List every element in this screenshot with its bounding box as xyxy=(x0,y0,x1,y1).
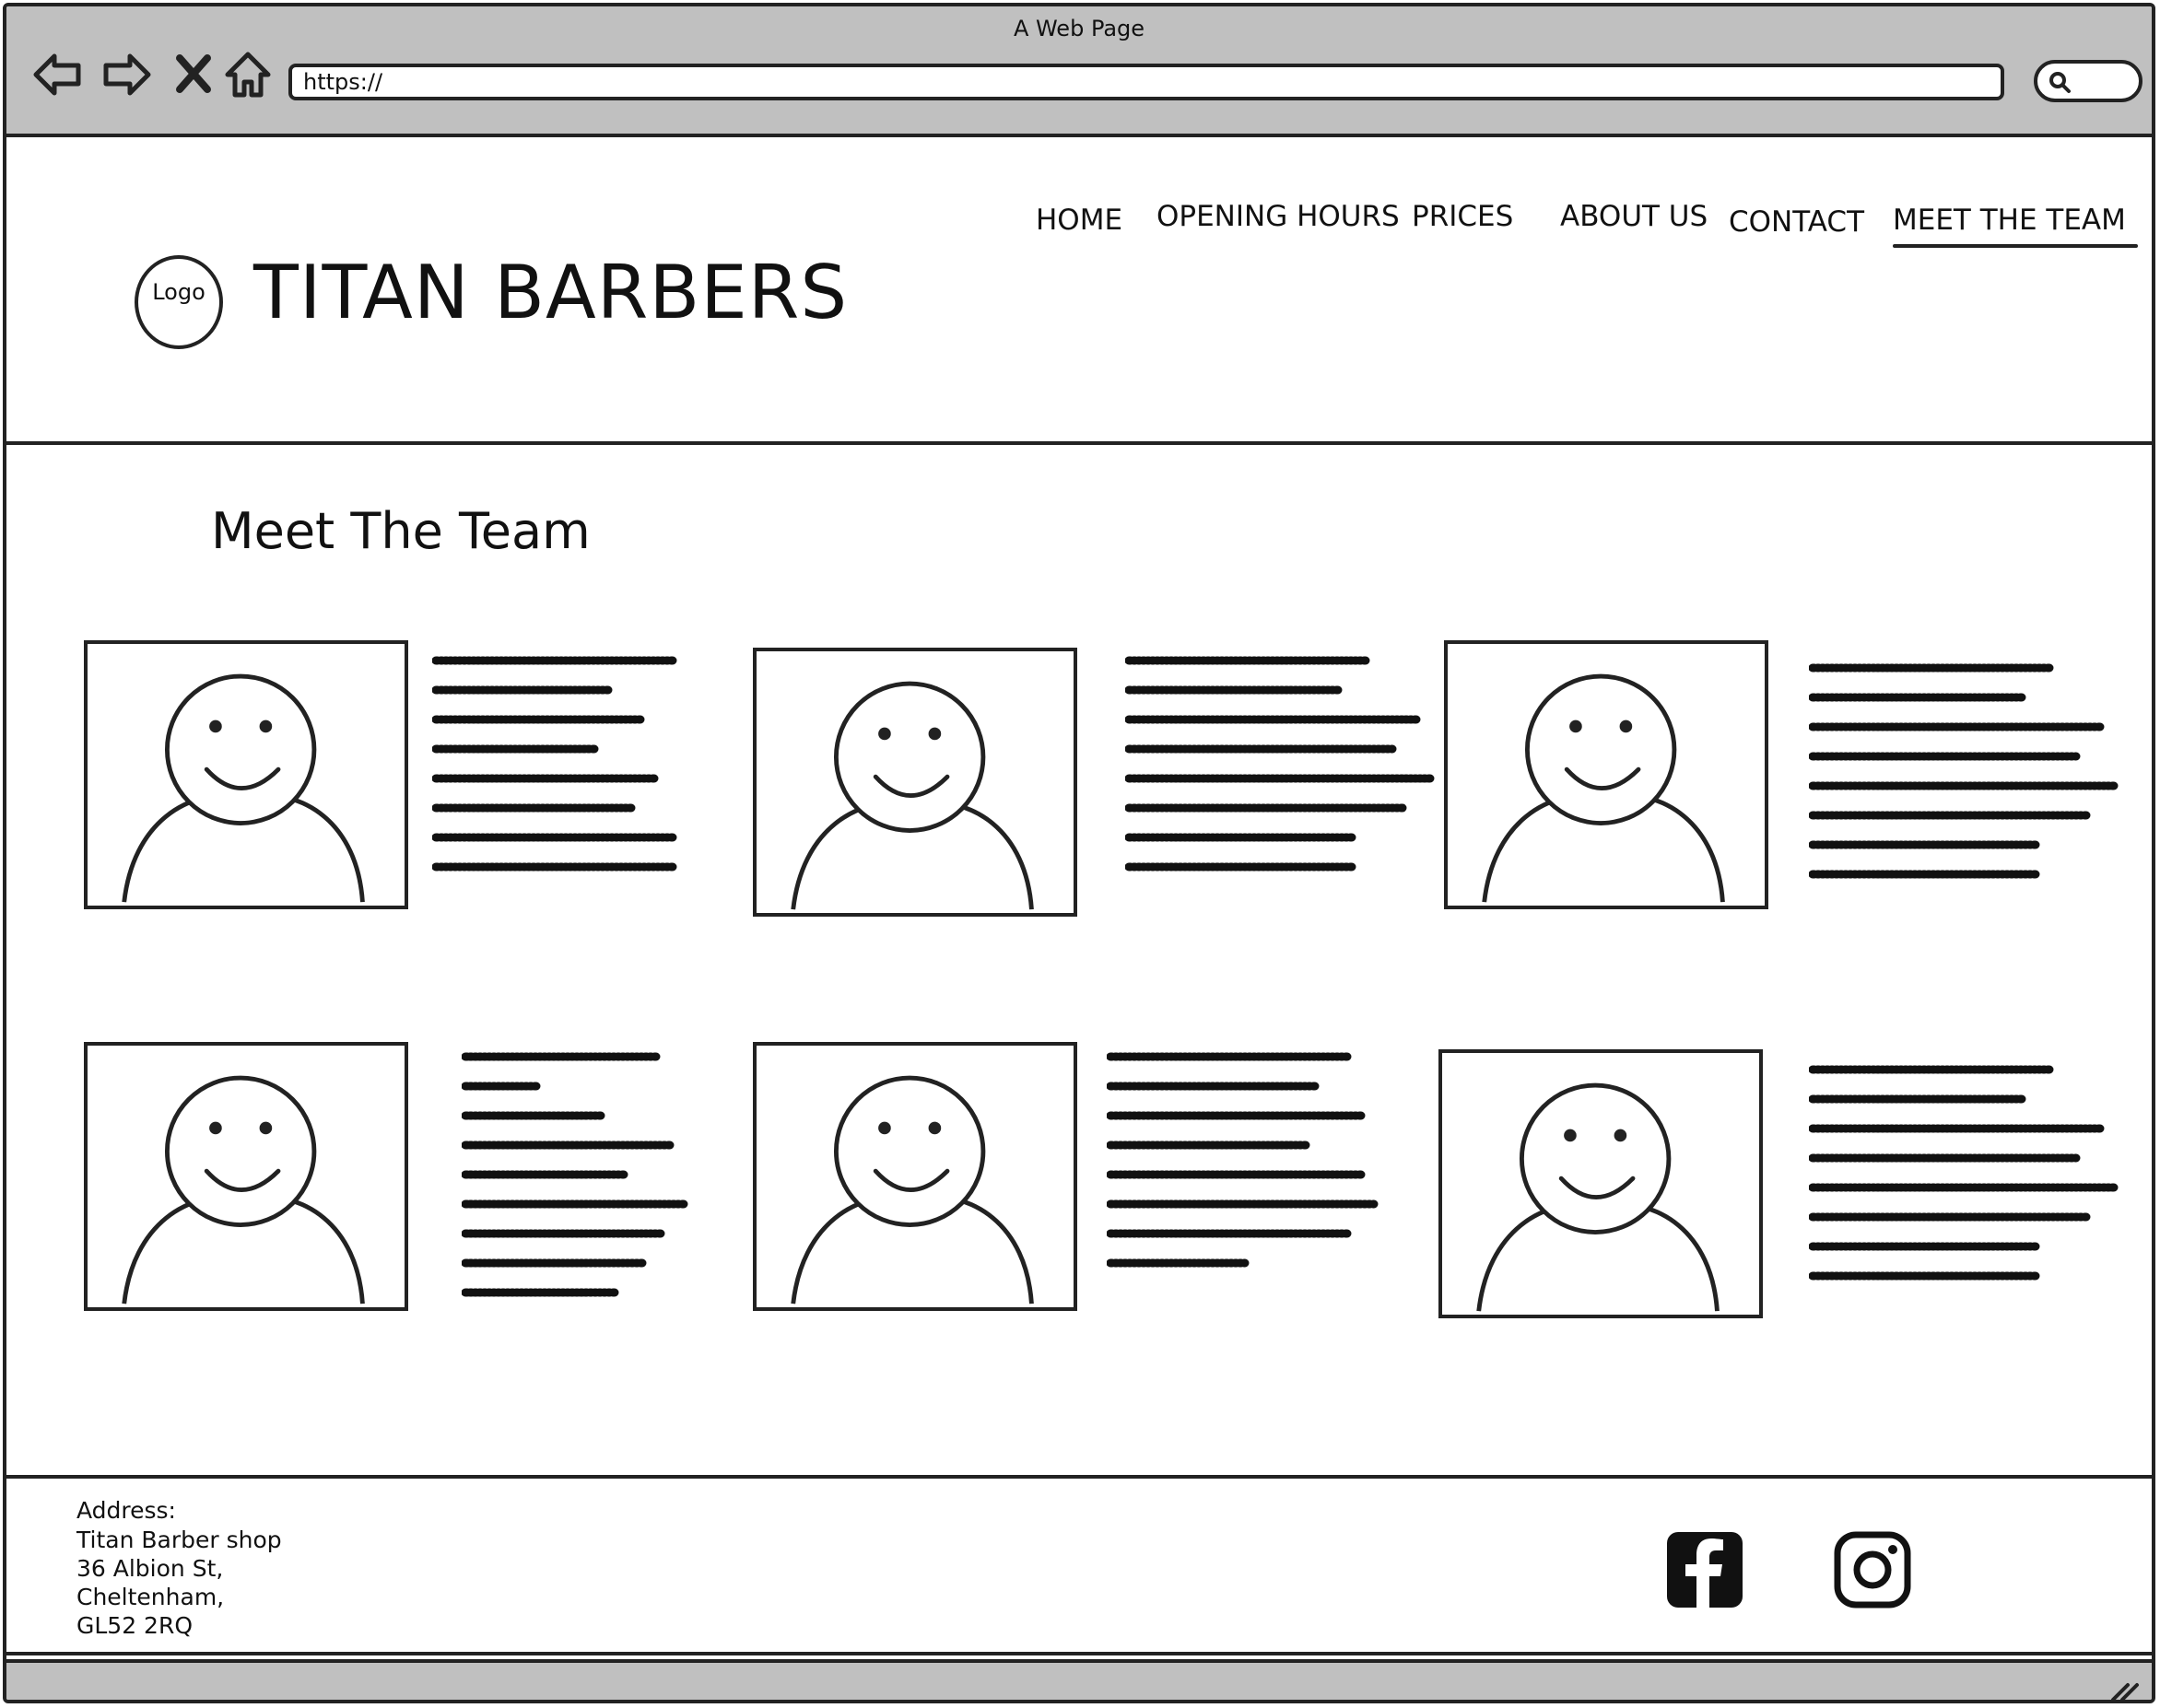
logo-label: Logo xyxy=(152,279,205,305)
team-member-photo xyxy=(1438,1049,1763,1318)
person-placeholder-icon xyxy=(791,681,1034,910)
team-member-bio xyxy=(1809,659,2122,889)
scribble-text-placeholder xyxy=(1125,656,1436,872)
team-member-bio xyxy=(1809,1060,2122,1291)
facebook-icon[interactable] xyxy=(1665,1530,1744,1609)
brand-name: TITAN BARBERS xyxy=(253,250,849,335)
browser-toolbar: A Web Page https:// xyxy=(6,6,2152,137)
address-line: Cheltenham, xyxy=(76,1584,225,1610)
scribble-text-placeholder xyxy=(1107,1052,1379,1268)
logo[interactable]: Logo xyxy=(135,255,223,349)
window-title: A Web Page xyxy=(1013,16,1145,41)
scribble-text-placeholder xyxy=(462,1052,691,1297)
nav-prices[interactable]: PRICES xyxy=(1412,200,1513,233)
address-label: Address: xyxy=(76,1497,176,1524)
address-line: Titan Barber shop xyxy=(76,1527,282,1553)
team-member-photo xyxy=(84,1042,408,1311)
home-icon[interactable] xyxy=(220,47,276,102)
page-title: Meet The Team xyxy=(211,502,591,560)
team-member-bio xyxy=(1125,651,1438,882)
person-placeholder-icon xyxy=(791,1075,1034,1304)
forward-arrow-icon[interactable] xyxy=(99,47,154,102)
person-placeholder-icon xyxy=(122,1075,365,1304)
team-member-bio xyxy=(1107,1047,1383,1278)
scribble-text-placeholder xyxy=(432,656,678,872)
url-input[interactable]: https:// xyxy=(288,64,2004,100)
search-input[interactable] xyxy=(2034,60,2142,102)
team-member-photo xyxy=(753,1042,1077,1311)
resize-handle-icon[interactable] xyxy=(2109,1676,2141,1703)
browser-status-bar xyxy=(6,1659,2152,1703)
active-nav-underline xyxy=(1893,244,2138,248)
team-member-photo xyxy=(84,640,408,909)
instagram-icon[interactable] xyxy=(1833,1530,1912,1609)
nav-about-us[interactable]: ABOUT US xyxy=(1560,200,1708,233)
scribble-text-placeholder xyxy=(1809,663,2119,879)
team-member-photo xyxy=(753,648,1077,917)
nav-contact[interactable]: CONTACT xyxy=(1729,205,1864,239)
address-line: 36 Albion St, xyxy=(76,1555,224,1582)
search-icon xyxy=(2049,72,2071,93)
person-placeholder-icon xyxy=(1482,673,1725,903)
address-line: GL52 2RQ xyxy=(76,1612,194,1639)
team-member-bio xyxy=(462,1047,701,1305)
team-member-photo xyxy=(1444,640,1768,909)
team-member-bio xyxy=(432,651,681,882)
back-arrow-icon[interactable] xyxy=(30,47,86,102)
close-x-icon[interactable] xyxy=(169,47,224,102)
person-placeholder-icon xyxy=(122,673,365,903)
person-placeholder-icon xyxy=(1476,1082,1720,1312)
nav-home[interactable]: HOME xyxy=(1036,204,1122,237)
site-header: Logo TITAN BARBERS HOME OPENING HOURS PR… xyxy=(6,137,2152,445)
nav-meet-the-team[interactable]: MEET THE TEAM xyxy=(1893,204,2126,237)
browser-window: A Web Page https:// Logo TITAN BARBERS H… xyxy=(3,3,2155,1703)
site-footer: Address: Titan Barber shop 36 Albion St,… xyxy=(6,1475,2152,1655)
nav-opening-hours[interactable]: OPENING HOURS xyxy=(1156,200,1400,233)
scribble-text-placeholder xyxy=(1809,1065,2119,1281)
